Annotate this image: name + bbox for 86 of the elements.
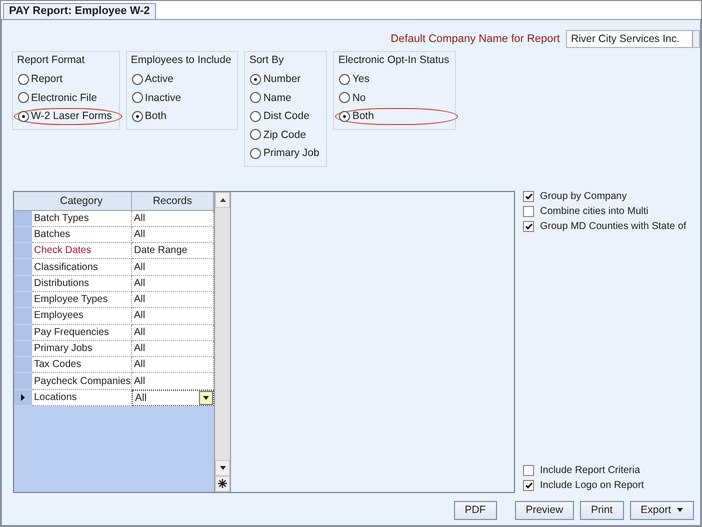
scroll-up-icon[interactable] <box>220 198 226 202</box>
column-header: Category <box>32 192 132 210</box>
table-cell: All <box>132 276 214 292</box>
checkbox[interactable] <box>523 464 534 476</box>
checkbox-option[interactable]: Group MD Counties with State of <box>523 220 695 232</box>
radio-option[interactable]: Electronic File <box>17 90 113 106</box>
radio-button[interactable] <box>250 110 262 122</box>
radio-button[interactable] <box>250 74 262 85</box>
table-cell: Tax Codes <box>32 357 132 374</box>
company-label: Default Company Name for Report <box>390 33 560 45</box>
table-cell: Employee Types <box>32 292 132 308</box>
caret-icon <box>203 396 209 400</box>
group-title: Report Format <box>17 54 86 66</box>
table-cell: Paycheck Companies <box>32 373 132 390</box>
toolbar-button[interactable]: PDF <box>454 500 497 520</box>
checkbox-option[interactable]: Include Logo on Report <box>523 480 695 490</box>
table-cell: Primary Jobs <box>32 340 132 358</box>
radio-button[interactable] <box>339 110 350 122</box>
company-dropdown[interactable]: River City Services Inc. <box>566 30 700 48</box>
radio-button[interactable] <box>132 92 143 104</box>
column-header: Records <box>132 192 214 210</box>
table-cell: Locations <box>32 390 132 406</box>
records-dropdown[interactable]: All <box>132 390 214 406</box>
radio-option[interactable]: Dist Code <box>249 108 320 124</box>
check-icon <box>524 222 532 230</box>
table-cell: Batch Types <box>32 210 132 227</box>
checkbox-option[interactable]: Combine cities into Multi <box>523 206 695 216</box>
export-button[interactable]: Export <box>630 500 694 520</box>
radio-option[interactable]: Inactive <box>130 90 232 106</box>
radio-button[interactable] <box>18 110 29 122</box>
table-cell: Pay Frequencies <box>32 324 132 341</box>
table-cell: Check Dates <box>32 243 132 260</box>
radio-button[interactable] <box>339 92 350 104</box>
table-cell: All <box>132 340 214 358</box>
row-header[interactable] <box>14 390 32 406</box>
radio-option[interactable]: Active <box>130 71 232 88</box>
group-title: Employees to Include <box>130 54 232 66</box>
table-cell: All <box>132 259 214 276</box>
check-icon <box>524 482 532 488</box>
radio-button[interactable] <box>250 92 262 104</box>
radio-option[interactable]: No <box>338 90 450 106</box>
caret-icon <box>677 508 683 512</box>
toolbar-button[interactable]: Preview <box>514 500 574 520</box>
radio-option[interactable]: Report <box>17 71 113 88</box>
checkbox[interactable] <box>523 220 534 232</box>
checkbox-option[interactable]: Group by Company <box>523 190 695 202</box>
table-cell: Classifications <box>32 259 132 276</box>
row-pointer-icon <box>21 394 25 401</box>
checkbox[interactable] <box>523 206 534 216</box>
radio-option[interactable]: Yes <box>338 71 450 88</box>
checkbox-option[interactable]: Include Report Criteria <box>523 464 695 476</box>
radio-button[interactable] <box>132 110 143 122</box>
radio-button[interactable] <box>250 148 262 159</box>
scroll-down-icon <box>220 466 226 470</box>
table-cell: All <box>132 210 214 227</box>
checkbox[interactable] <box>523 480 534 490</box>
radio-option[interactable]: Number <box>249 71 320 88</box>
radio-option[interactable]: Zip Code <box>249 126 320 143</box>
check-icon <box>524 192 532 200</box>
radio-button[interactable] <box>18 74 29 85</box>
scrollbar[interactable] <box>215 192 231 492</box>
radio-button[interactable] <box>132 74 143 85</box>
table-cell: Distributions <box>32 276 132 292</box>
table-cell: All <box>132 308 214 325</box>
checkbox[interactable] <box>523 190 534 202</box>
radio-option[interactable]: Name <box>249 90 320 106</box>
radio-button[interactable] <box>339 74 350 85</box>
radio-button[interactable] <box>250 129 262 140</box>
table-cell: All <box>132 357 214 374</box>
group-title: Sort By <box>249 54 285 66</box>
radio-option[interactable]: Primary Job <box>249 145 320 162</box>
radio-option[interactable]: Both <box>335 108 458 124</box>
table-cell: All <box>132 226 214 244</box>
table-cell: All <box>132 373 214 390</box>
radio-button[interactable] <box>18 92 29 104</box>
table-cell: All <box>132 292 214 308</box>
radio-option[interactable]: W-2 Laser Forms <box>14 108 122 124</box>
table-cell: Employees <box>32 308 132 325</box>
new-row-icon[interactable] <box>218 479 227 488</box>
group-title: Electronic Opt-In Status <box>338 54 450 66</box>
toolbar-button[interactable]: Print <box>580 500 624 520</box>
table-cell: Date Range <box>132 243 214 260</box>
table-cell: All <box>132 324 214 341</box>
table-cell: Batches <box>32 226 132 244</box>
report-tab[interactable]: PAY Report: Employee W-2 <box>3 3 156 19</box>
radio-option[interactable]: Both <box>130 108 232 124</box>
